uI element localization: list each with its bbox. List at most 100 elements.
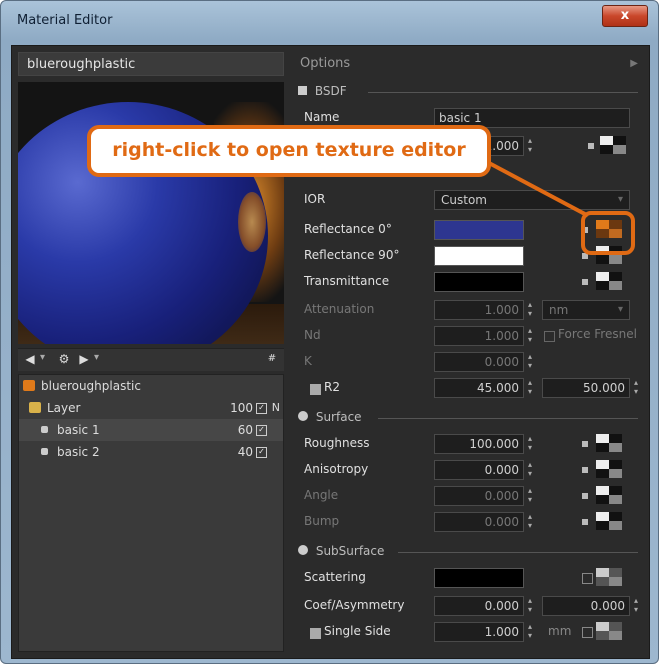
bump-texture-toggle[interactable]	[582, 519, 588, 525]
bsdf-enabled-checkbox[interactable]: ✓	[256, 447, 267, 458]
surface-section-icon	[298, 411, 308, 421]
anisotropy-texture-toggle[interactable]	[582, 467, 588, 473]
angle-label: Angle	[304, 488, 339, 502]
dropdown-arrow-icon[interactable]: ▾	[40, 352, 45, 363]
anisotropy-label: Anisotropy	[304, 462, 369, 476]
weight-spinner[interactable]: ▴ ▾	[528, 136, 534, 154]
move-left-icon[interactable]: ◀	[22, 352, 38, 366]
ior-select[interactable]: Custom ▾	[434, 190, 630, 210]
bsdf-weight: 60	[237, 423, 253, 437]
tree-item-basic-2[interactable]: basic 2 40 ✓	[19, 441, 283, 463]
title-bar[interactable]: Material Editor x	[7, 5, 652, 33]
r2-spinner-2[interactable]: ▴ ▾	[634, 378, 640, 396]
weight-texture-toggle[interactable]	[588, 143, 594, 149]
r2-spinner-1[interactable]: ▴ ▾	[528, 378, 534, 396]
bsdf-section-header: BSDF	[298, 84, 644, 98]
attenuation-spinner[interactable]: ▴ ▾	[528, 300, 534, 318]
force-fresnel-label: Force Fresnel	[558, 327, 637, 341]
k-spinner[interactable]: ▴ ▾	[528, 352, 534, 370]
coef-asymmetry-label: Coef/Asymmetry	[304, 598, 405, 612]
anisotropy-texture-button[interactable]	[596, 460, 624, 480]
single-side-texture-button[interactable]	[596, 622, 624, 642]
angle-texture-toggle[interactable]	[582, 493, 588, 499]
tree-item-label: blueroughplastic	[41, 379, 141, 393]
transmittance-texture-button[interactable]	[596, 272, 624, 292]
close-button[interactable]: x	[602, 5, 648, 27]
r2-field-2[interactable]: 50.000	[542, 378, 630, 398]
attenuation-unit-select[interactable]: nm ▾	[542, 300, 630, 320]
nd-spinner[interactable]: ▴ ▾	[528, 326, 534, 344]
ior-label: IOR	[304, 192, 326, 206]
nd-field[interactable]: 1.000	[434, 326, 524, 346]
asymmetry-spinner[interactable]: ▴ ▾	[634, 596, 640, 614]
dropdown-arrow-icon[interactable]: ▾	[94, 352, 99, 363]
section-divider	[368, 92, 638, 93]
add-layer-icon[interactable]: ⚙	[56, 352, 72, 366]
scattering-texture-button[interactable]	[596, 568, 624, 588]
bsdf-icon	[41, 426, 48, 433]
single-side-texture-toggle[interactable]	[582, 627, 593, 638]
roughness-field[interactable]: 100.000	[434, 434, 524, 454]
k-label: K	[304, 354, 312, 368]
asymmetry-field[interactable]: 0.000	[542, 596, 630, 616]
scattering-color-swatch[interactable]	[434, 568, 524, 588]
angle-field[interactable]: 0.000	[434, 486, 524, 506]
transmittance-texture-toggle[interactable]	[582, 279, 588, 285]
coef-field[interactable]: 0.000	[434, 596, 524, 616]
move-right-icon[interactable]: ▶	[76, 352, 92, 366]
layer-enabled-checkbox[interactable]: ✓	[256, 403, 267, 414]
anisotropy-field[interactable]: 0.000	[434, 460, 524, 480]
expand-arrow-icon[interactable]: ▶	[630, 52, 638, 76]
bsdf-weight: 40	[237, 445, 253, 459]
tree-item-layer[interactable]: Layer 100 ✓ N	[19, 397, 283, 419]
coef-spinner[interactable]: ▴ ▾	[528, 596, 534, 614]
options-label: Options	[300, 56, 351, 71]
force-fresnel-checkbox[interactable]	[544, 331, 555, 342]
attenuation-label: Attenuation	[304, 302, 375, 316]
layer-normalize-flag: N	[271, 401, 280, 414]
tree-item-basic-1[interactable]: basic 1 60 ✓	[19, 419, 283, 441]
bump-field[interactable]: 0.000	[434, 512, 524, 532]
section-title: SubSurface	[315, 544, 385, 558]
bump-texture-button[interactable]	[596, 512, 624, 532]
bsdf-enabled-checkbox[interactable]: ✓	[256, 425, 267, 436]
annotation-callout: right-click to open texture editor	[87, 125, 491, 177]
bsdf-section-icon	[298, 86, 307, 95]
attenuation-field[interactable]: 1.000	[434, 300, 524, 320]
layer-weight: 100	[230, 401, 253, 415]
single-side-field[interactable]: 1.000	[434, 622, 524, 642]
section-title: Surface	[315, 410, 362, 424]
material-preview	[18, 82, 284, 344]
roughness-spinner[interactable]: ▴ ▾	[528, 434, 534, 452]
section-title: BSDF	[314, 84, 347, 98]
angle-texture-button[interactable]	[596, 486, 624, 506]
pin-icon[interactable]: #	[264, 352, 280, 366]
r2-label: R2	[324, 380, 340, 394]
chevron-down-icon: ▾	[617, 304, 623, 315]
tree-item-material[interactable]: blueroughplastic	[19, 375, 283, 397]
reflectance0-color-swatch[interactable]	[434, 220, 524, 240]
options-header[interactable]: Options ▶	[292, 52, 644, 76]
angle-spinner[interactable]: ▴ ▾	[528, 486, 534, 504]
single-side-spinner[interactable]: ▴ ▾	[528, 622, 534, 640]
r2-checkbox[interactable]	[310, 384, 321, 395]
bump-spinner[interactable]: ▴ ▾	[528, 512, 534, 530]
ior-selected-value: Custom	[441, 193, 487, 207]
scattering-texture-toggle[interactable]	[582, 573, 593, 584]
weight-texture-button[interactable]	[600, 136, 628, 156]
scattering-label: Scattering	[304, 570, 366, 584]
tree-item-label: basic 1	[57, 423, 100, 437]
roughness-texture-toggle[interactable]	[582, 441, 588, 447]
single-side-label: Single Side	[324, 624, 391, 638]
reflectance90-color-swatch[interactable]	[434, 246, 524, 266]
roughness-texture-button[interactable]	[596, 434, 624, 454]
transmittance-color-swatch[interactable]	[434, 272, 524, 292]
transmittance-label: Transmittance	[304, 274, 390, 288]
material-name-field[interactable]: blueroughplastic	[18, 52, 284, 76]
anisotropy-spinner[interactable]: ▴ ▾	[528, 460, 534, 478]
r2-field-1[interactable]: 45.000	[434, 378, 524, 398]
bump-label: Bump	[304, 514, 340, 528]
layer-tree: blueroughplastic Layer 100 ✓ N basic 1 6…	[18, 374, 284, 652]
k-field[interactable]: 0.000	[434, 352, 524, 372]
single-side-checkbox[interactable]	[310, 628, 321, 639]
